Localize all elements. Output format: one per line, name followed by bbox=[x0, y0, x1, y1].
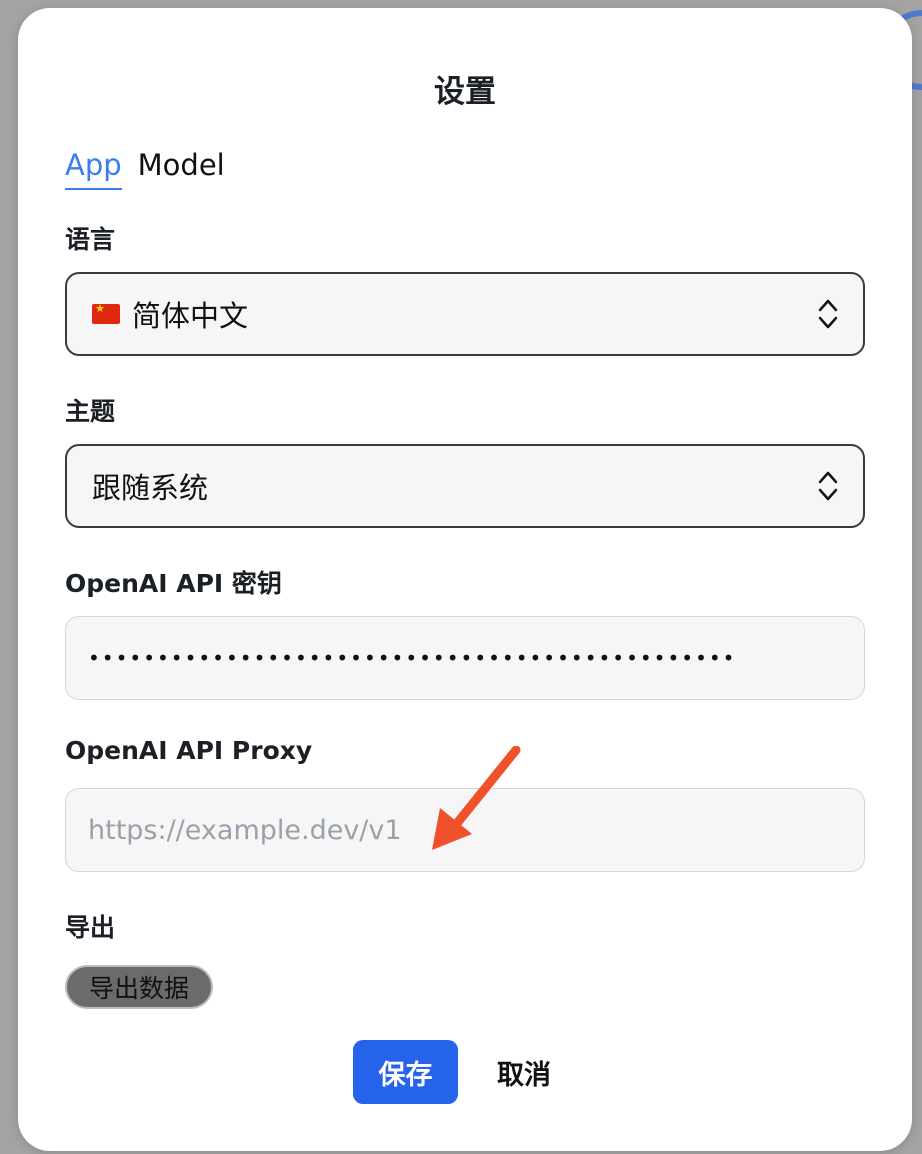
china-flag-icon bbox=[92, 302, 120, 324]
chevron-up-down-icon bbox=[818, 471, 838, 501]
api-proxy-label: OpenAI API Proxy bbox=[65, 736, 313, 765]
api-proxy-placeholder: https://example.dev/v1 bbox=[88, 814, 402, 846]
api-key-masked-value: ••••••••••••••••••••••••••••••••••••••••… bbox=[88, 646, 737, 670]
settings-tabs: App Model bbox=[65, 148, 225, 190]
chevron-up-down-icon bbox=[818, 299, 838, 329]
dialog-title: 设置 bbox=[434, 74, 496, 110]
settings-dialog: 设置 App Model 语言 简体中文 主题 跟随系统 OpenAI API … bbox=[18, 8, 912, 1151]
theme-value: 跟随系统 bbox=[92, 471, 209, 505]
language-value: 简体中文 bbox=[132, 299, 249, 333]
language-select[interactable]: 简体中文 bbox=[65, 272, 865, 356]
theme-select[interactable]: 跟随系统 bbox=[65, 444, 865, 528]
save-button[interactable]: 保存 bbox=[353, 1040, 458, 1104]
export-label: 导出 bbox=[65, 913, 116, 942]
language-label: 语言 bbox=[65, 225, 116, 254]
api-key-input[interactable]: ••••••••••••••••••••••••••••••••••••••••… bbox=[65, 616, 865, 700]
annotation-arrow-icon bbox=[432, 746, 521, 850]
export-data-button[interactable]: 导出数据 bbox=[65, 965, 213, 1009]
api-key-label: OpenAI API 密钥 bbox=[65, 569, 282, 598]
tab-app[interactable]: App bbox=[65, 148, 122, 190]
cancel-button[interactable]: 取消 bbox=[484, 1040, 564, 1104]
tab-model[interactable]: Model bbox=[138, 148, 225, 190]
theme-label: 主题 bbox=[65, 397, 116, 426]
